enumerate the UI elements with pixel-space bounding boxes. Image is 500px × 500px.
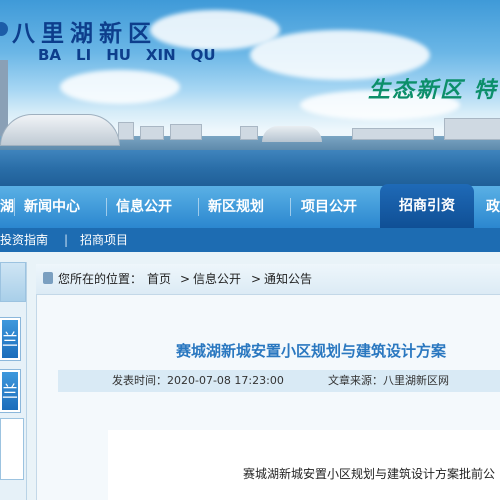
sub-nav: 投资指南 | 招商项目 [0, 228, 500, 252]
logo-en-syllable: BA [38, 46, 62, 64]
site-logo-en: BA LI HU XIN QU [38, 46, 231, 64]
sidebar-button[interactable]: 兰 [0, 369, 21, 413]
breadcrumb-prefix: 您所在的位置： [58, 272, 143, 286]
stadium-illustration [262, 126, 322, 142]
nav-item-gov[interactable]: 政 [486, 186, 500, 228]
subnav-investment-guide[interactable]: 投资指南 [0, 228, 48, 252]
breadcrumb-item-notices[interactable]: 通知公告 [264, 270, 312, 288]
main-nav: 湖 新闻中心 信息公开 新区规划 项目公开 招商引资 政 [0, 184, 500, 230]
breadcrumb-separator: > [180, 272, 191, 286]
lake-water [0, 150, 500, 186]
logo-en-syllable: XIN [145, 46, 176, 64]
cloud-decoration [60, 70, 180, 104]
subnav-separator: | [64, 233, 69, 247]
building-illustration [170, 124, 202, 140]
slogan-text: 生态新区 特 [368, 77, 498, 103]
sidebar-header [0, 262, 26, 302]
building-illustration [118, 122, 134, 140]
sidebar-panel [0, 418, 24, 480]
breadcrumb-item-home[interactable]: 首页 [147, 270, 171, 288]
nav-divider [198, 198, 199, 216]
sidebar-button[interactable]: 兰 [0, 317, 21, 361]
building-illustration [352, 128, 434, 140]
breadcrumb-separator: > [251, 272, 262, 286]
nav-item-planning[interactable]: 新区规划 [208, 186, 264, 228]
nav-item-investment[interactable]: 招商引资 [380, 184, 474, 228]
nav-item-home[interactable]: 湖 [0, 186, 14, 228]
breadcrumb-item-info[interactable]: 信息公开 [193, 270, 241, 288]
building-illustration [140, 126, 164, 140]
article-source: 文章来源：八里湖新区网 [328, 374, 449, 387]
article-title: 赛城湖新城安置小区规划与建筑设计方案 [176, 342, 447, 360]
subnav-investment-projects[interactable]: 招商项目 [80, 228, 128, 252]
stadium-illustration [0, 114, 120, 146]
building-illustration [444, 118, 500, 140]
nav-item-projects[interactable]: 项目公开 [301, 186, 357, 228]
logo-en-syllable: HU [106, 46, 131, 64]
nav-item-info[interactable]: 信息公开 [116, 186, 172, 228]
logo-en-syllable: QU [190, 46, 216, 64]
article-body-text: 赛城湖新城安置小区规划与建筑设计方案批前公 [243, 467, 496, 481]
publish-time: 发表时间：2020-07-08 17:23:00 [112, 374, 284, 387]
nav-divider [14, 198, 15, 216]
header-banner: 八里湖新区 BA LI HU XIN QU 生态新区 特 [0, 0, 500, 186]
logo-en-syllable: LI [76, 46, 92, 64]
building-illustration [240, 126, 258, 140]
site-logo-cn[interactable]: 八里湖新区 [12, 14, 157, 48]
location-icon [43, 272, 53, 284]
logo-mark [0, 22, 8, 36]
nav-divider [106, 198, 107, 216]
nav-divider [290, 198, 291, 216]
nav-item-news[interactable]: 新闻中心 [24, 186, 80, 228]
